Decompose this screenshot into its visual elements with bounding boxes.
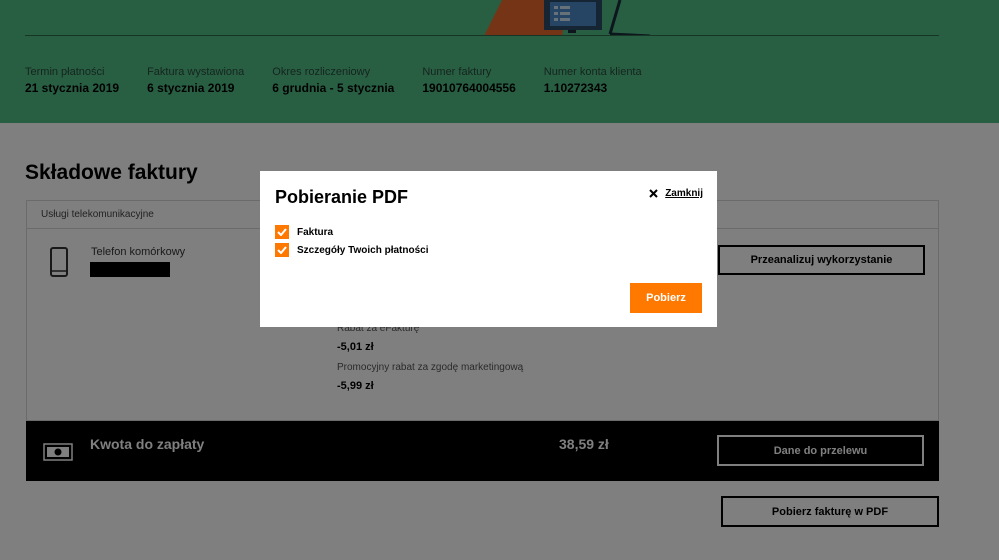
option-payment-details[interactable]: Szczegóły Twoich płatności	[275, 243, 429, 257]
pdf-download-modal: Pobieranie PDF Zamknij Faktura Szczegóły…	[260, 171, 717, 327]
checkbox-payment-details[interactable]	[275, 243, 289, 257]
close-button[interactable]: Zamknij	[649, 188, 703, 199]
option-label: Szczegóły Twoich płatności	[297, 244, 429, 256]
checkbox-invoice[interactable]	[275, 225, 289, 239]
close-icon	[649, 189, 658, 198]
close-label: Zamknij	[665, 188, 703, 199]
option-label: Faktura	[297, 226, 334, 238]
modal-title: Pobieranie PDF	[275, 187, 409, 207]
option-invoice[interactable]: Faktura	[275, 225, 333, 239]
checkmark-icon	[277, 246, 287, 254]
checkmark-icon	[277, 228, 287, 236]
download-button[interactable]: Pobierz	[630, 283, 702, 313]
